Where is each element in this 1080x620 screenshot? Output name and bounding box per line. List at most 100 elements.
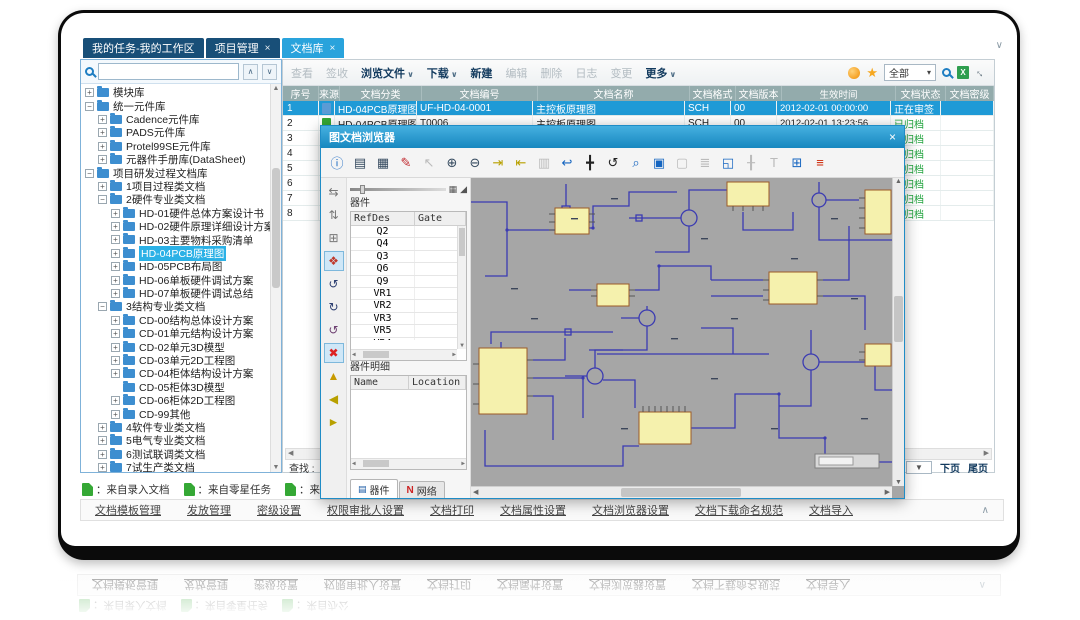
refdes-row[interactable]: Q2 (351, 226, 466, 238)
footer-link[interactable]: 发放管理 (187, 502, 231, 518)
last-page-link[interactable]: 尾页 (968, 460, 988, 475)
gate-column-header[interactable]: Gate (415, 212, 466, 225)
scrollbar-thumb[interactable] (363, 351, 389, 358)
scroll-left-icon[interactable]: ◀ (473, 487, 478, 498)
footer-link[interactable]: 权限审批人设置 (327, 502, 404, 518)
expander-icon[interactable]: + (98, 450, 107, 459)
tree-item[interactable]: + 元器件手册库(DataSheet) (81, 153, 281, 166)
tab-nets[interactable]: N 网络 (399, 481, 445, 498)
tab-project-management[interactable]: 项目管理 × (206, 38, 280, 58)
fit-width-icon[interactable]: ⇥ (488, 153, 508, 173)
scroll-left-icon[interactable]: ◀ (288, 449, 293, 459)
zoom-in-icon[interactable]: ⊕ (442, 153, 462, 173)
collapse-bar-icon[interactable]: ∧ (982, 505, 989, 516)
log-button[interactable]: 日志 (575, 65, 597, 81)
name-column-header[interactable]: Name (351, 376, 409, 389)
grid-icon[interactable]: ⊞ (787, 153, 807, 173)
footer-link[interactable]: 文档下载命名规范 (695, 502, 783, 518)
scroll-right-icon[interactable]: ▶ (452, 350, 456, 360)
tree-item[interactable]: − 2硬件专业类文档 (81, 193, 281, 206)
zoom-window-icon[interactable]: ⌕ (626, 153, 646, 173)
tree-item[interactable]: + PADS元件库 (81, 126, 281, 139)
tab-document-library[interactable]: 文档库 × (282, 38, 345, 58)
details-horizontal-scrollbar[interactable]: ◀ ▶ (351, 458, 466, 469)
tree-item[interactable]: + HD-02硬件原理详细设计方案 (81, 220, 281, 233)
column-header[interactable]: 文档状态 (896, 86, 946, 101)
column-header[interactable]: 序号 (283, 86, 319, 101)
expander-icon[interactable]: + (98, 128, 107, 137)
mirror-vertical-icon[interactable]: ⇅ (324, 205, 344, 225)
footer-link[interactable]: 文档模板管理 (95, 502, 161, 518)
footer-link[interactable]: 文档浏览器设置 (592, 502, 669, 518)
expander-icon[interactable]: − (85, 102, 94, 111)
scroll-up-icon[interactable]: ▲ (271, 85, 281, 92)
expander-icon[interactable]: + (111, 316, 120, 325)
edit-button[interactable]: 编辑 (505, 65, 527, 81)
column-header[interactable]: 文档编号 (422, 86, 538, 101)
page-select[interactable]: ▼ (906, 461, 932, 474)
scroll-left-icon[interactable]: ◀ (352, 350, 356, 360)
expander-icon[interactable]: + (111, 235, 120, 244)
expander-icon[interactable]: − (98, 302, 107, 311)
scroll-down-icon[interactable]: ▼ (271, 464, 281, 471)
tree-item[interactable]: − 统一元件库 (81, 99, 281, 112)
dialog-titlebar[interactable]: 图文档浏览器 × (321, 126, 904, 148)
rotate-270-icon[interactable]: ↺ (324, 320, 344, 340)
display-mode-icon[interactable]: ▦ (449, 184, 458, 195)
warning-icon[interactable]: ▲ (324, 366, 344, 386)
column-header[interactable]: 来源 (319, 86, 340, 101)
measure-icon[interactable]: ╂ (741, 153, 761, 173)
search-icon[interactable] (942, 68, 951, 77)
tree-item[interactable]: + 1项目过程类文档 (81, 180, 281, 193)
scrollbar-thumb[interactable] (272, 168, 280, 288)
snapshot-icon[interactable]: ▢ (672, 153, 692, 173)
expander-icon[interactable]: − (98, 195, 107, 204)
undo-icon[interactable]: ↩ (557, 153, 577, 173)
more-button[interactable]: 更多 (645, 65, 676, 81)
tree-item[interactable]: + HD-01硬件总体方案设计书 (81, 207, 281, 220)
expander-icon[interactable]: + (111, 209, 120, 218)
footer-link[interactable]: 文档导入 (809, 502, 853, 518)
scrollbar-thumb[interactable] (363, 460, 389, 467)
scrollbar-thumb[interactable] (894, 296, 903, 342)
expander-icon[interactable]: + (98, 115, 107, 124)
expander-icon[interactable]: + (111, 329, 120, 338)
expander-icon[interactable]: + (111, 276, 120, 285)
text-markup-icon[interactable]: T (764, 153, 784, 173)
tree-item[interactable]: + 6测试联调类文档 (81, 448, 281, 461)
favorite-star-icon[interactable]: ★ (866, 67, 878, 79)
footer-link[interactable]: 密级设置 (257, 502, 301, 518)
column-header[interactable]: 文档分类 (340, 86, 422, 101)
tab-components[interactable]: ▤ 器件 (350, 479, 398, 498)
expander-icon[interactable]: + (111, 262, 120, 271)
chart-icon[interactable]: ◢ (460, 184, 467, 195)
expander-icon[interactable]: + (85, 88, 94, 97)
next-view-icon[interactable]: ► (324, 412, 344, 432)
close-tab-icon[interactable]: × (330, 43, 336, 54)
scroll-right-icon[interactable]: ▶ (461, 459, 465, 469)
zoom-out-icon[interactable]: ⊖ (465, 153, 485, 173)
location-column-header[interactable]: Location (409, 376, 466, 389)
refdes-row[interactable]: VR2 (351, 300, 466, 312)
tree-item[interactable]: + 4软件专业类文档 (81, 421, 281, 434)
tree-item[interactable]: + HD-06单板硬件调试方案 (81, 273, 281, 286)
search-next-button[interactable]: ∨ (262, 64, 277, 80)
expander-icon[interactable]: + (111, 343, 120, 352)
highlight-component-icon[interactable]: ❖ (324, 251, 344, 271)
info-icon[interactable]: ⓘ (327, 153, 347, 173)
refdes-row[interactable]: VR1 (351, 288, 466, 300)
tree-item[interactable]: + HD-04PCB原理图 (81, 247, 281, 260)
column-header[interactable]: 文档密级 (946, 86, 994, 101)
fit-selection-icon[interactable]: ⊞ (324, 228, 344, 248)
tree-item[interactable]: + 7试生产类文档 (81, 461, 281, 472)
tree-item[interactable]: + HD-03主要物料采购清单 (81, 233, 281, 246)
refdes-column-header[interactable]: RefDes (351, 212, 415, 225)
download-button[interactable]: 下载 (427, 65, 458, 81)
view-button[interactable]: 查看 (291, 65, 313, 81)
new-button[interactable]: 新建 (470, 65, 492, 81)
refdes-row[interactable]: VR5 (351, 325, 466, 337)
tree-item[interactable]: + CD-02单元3D模型 (81, 340, 281, 353)
expander-icon[interactable]: + (111, 356, 120, 365)
tree-item[interactable]: + 模块库 (81, 86, 281, 99)
expander-icon[interactable]: + (98, 142, 107, 151)
